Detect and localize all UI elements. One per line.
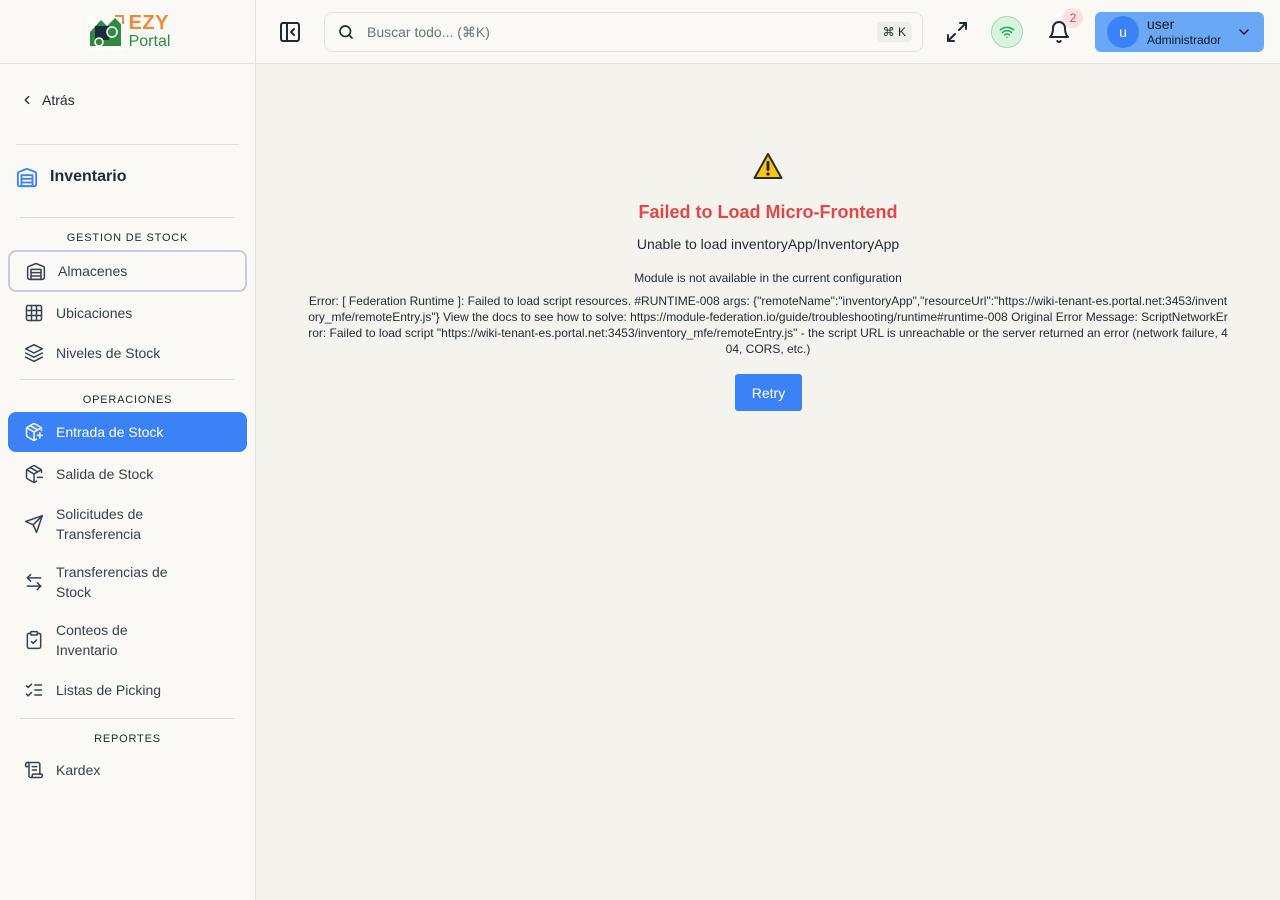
sidebar-item-label: Conteos de Inventario xyxy=(56,622,128,658)
sidebar-item-conteos-de-inventario[interactable]: Conteos de Inventario xyxy=(8,618,247,662)
sidebar-item-salida-de-stock[interactable]: Salida de Stock xyxy=(8,454,247,494)
package-plus-icon xyxy=(25,422,44,442)
top-header: ⌘ K 2 u user Administrador xyxy=(256,0,1280,64)
sidebar-toggle-icon[interactable] xyxy=(278,20,302,44)
search-shortcut-badge: ⌘ K xyxy=(876,22,912,42)
error-subtitle: Unable to load inventoryApp/InventoryApp xyxy=(636,236,900,252)
sidebar-item-ubicaciones[interactable]: Ubicaciones xyxy=(8,293,247,333)
user-menu-button[interactable]: u user Administrador xyxy=(1095,12,1264,52)
app-logo[interactable]: EZY Portal xyxy=(85,12,171,52)
sidebar-item-entrada-de-stock[interactable]: Entrada de Stock xyxy=(8,412,247,452)
wifi-icon xyxy=(999,26,1015,39)
user-name: user xyxy=(1147,16,1175,33)
chevron-left-icon xyxy=(24,95,30,105)
scroll-icon xyxy=(24,761,44,779)
sidebar-item-label: Listas de Picking xyxy=(56,682,162,698)
error-module-message: Module is not available in the current c… xyxy=(634,271,902,285)
sidebar-item-label: Solicitudes de Transferencia xyxy=(56,506,144,542)
warehouse-icon xyxy=(26,262,46,281)
sidebar-item-listas-de-picking[interactable]: Listas de Picking xyxy=(8,670,247,710)
arrows-left-right-icon xyxy=(26,573,42,591)
clipboard-check-icon xyxy=(26,630,42,650)
logo-area: EZY Portal xyxy=(0,0,255,64)
back-label: Atrás xyxy=(42,92,75,108)
logo-mark-icon xyxy=(86,14,124,50)
back-link[interactable]: Atrás xyxy=(20,92,75,108)
avatar: u xyxy=(1107,16,1139,48)
layers-icon xyxy=(24,343,44,363)
error-detail: Error: [ Federation Runtime ]: Failed to… xyxy=(308,294,1228,356)
sidebar-item-niveles-de-stock[interactable]: Niveles de Stock xyxy=(8,333,247,373)
sidebar: EZY Portal Atrás Inventario GESTION DE S… xyxy=(0,0,256,900)
warning-icon xyxy=(753,153,783,179)
grid-icon xyxy=(25,304,43,322)
package-minus-icon xyxy=(25,464,44,484)
divider xyxy=(20,718,235,719)
fullscreen-icon[interactable] xyxy=(945,20,969,44)
sidebar-item-transferencias-de-stock[interactable]: Transferencias de Stock xyxy=(8,560,247,604)
divider xyxy=(16,144,239,145)
sidebar-item-label: Entrada de Stock xyxy=(56,424,164,440)
sidebar-item-kardex[interactable]: Kardex xyxy=(8,750,247,790)
section-title-reportes: REPORTES xyxy=(94,733,161,745)
user-role: Administrador xyxy=(1147,33,1222,48)
search-input[interactable] xyxy=(367,24,847,40)
sidebar-item-label: Almacenes xyxy=(58,263,128,279)
logo-text: EZY Portal xyxy=(129,13,171,50)
error-title: Failed to Load Micro-Frontend xyxy=(638,202,898,222)
section-title-gestion: GESTION DE STOCK xyxy=(66,232,189,244)
sidebar-item-solicitudes-de-transferencia[interactable]: Solicitudes de Transferencia xyxy=(8,502,247,546)
global-search[interactable]: ⌘ K xyxy=(324,12,923,52)
module-header[interactable]: Inventario xyxy=(16,166,126,188)
logo-top-text: EZY xyxy=(128,12,169,34)
logo-bottom-text: Portal xyxy=(128,33,171,50)
divider xyxy=(20,379,235,380)
module-title: Inventario xyxy=(50,168,127,185)
sidebar-item-almacenes[interactable]: Almacenes xyxy=(8,250,247,292)
sidebar-item-label: Ubicaciones xyxy=(56,305,133,321)
sidebar-item-label: Kardex xyxy=(56,762,101,778)
chevron-down-icon xyxy=(1239,29,1249,35)
send-icon xyxy=(24,514,44,534)
sidebar-item-label: Salida de Stock xyxy=(56,466,154,482)
user-info: user Administrador xyxy=(1147,16,1221,47)
connection-status-button[interactable] xyxy=(991,16,1023,48)
warehouse-icon xyxy=(16,167,38,188)
search-icon xyxy=(339,25,353,39)
divider xyxy=(20,217,235,218)
retry-button[interactable]: Retry xyxy=(735,374,802,411)
main-content: Failed to Load Micro-Frontend Unable to … xyxy=(256,64,1280,900)
list-checks-icon xyxy=(25,683,43,697)
sidebar-item-label: Transferencias de Stock xyxy=(56,564,168,600)
notification-count-badge: 2 xyxy=(1063,8,1083,28)
sidebar-item-label: Niveles de Stock xyxy=(56,345,161,361)
section-title-operaciones: OPERACIONES xyxy=(82,394,173,406)
